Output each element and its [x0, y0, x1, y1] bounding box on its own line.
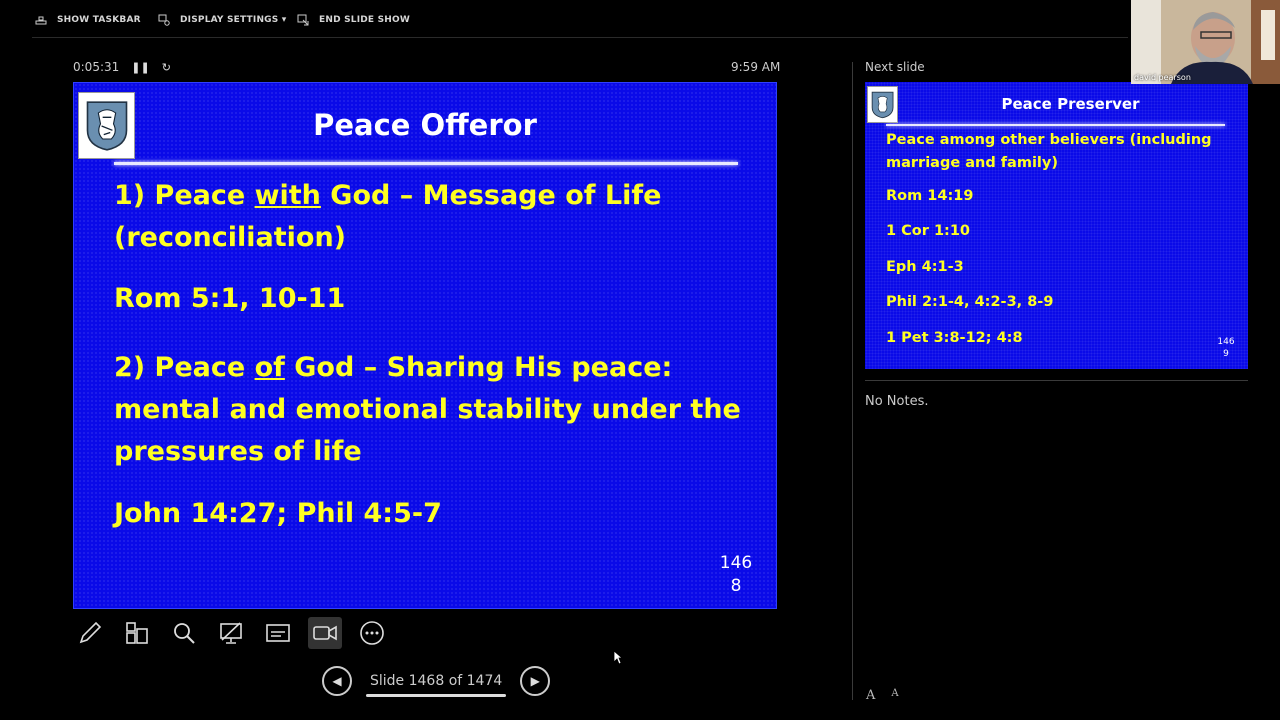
subtitles-button[interactable] — [261, 617, 295, 649]
end-show-icon — [297, 14, 309, 26]
current-slide[interactable]: Peace Offeror 1) Peace with God – Messag… — [73, 82, 777, 609]
reference-2: John 14:27; Phil 4:5-7 — [114, 498, 442, 529]
next-slide-intro: Peace among other believers (including ma… — [886, 132, 1212, 171]
timer: 0:05:31 ❚❚ ↻ — [73, 60, 171, 74]
increase-font-button[interactable]: A — [866, 688, 875, 703]
point-2: 2) Peace of God – Sharing His peace: men… — [114, 352, 741, 467]
zoom-button[interactable] — [167, 617, 201, 649]
slide-title: Peace Offeror — [313, 108, 537, 142]
speaker-notes: No Notes. — [865, 394, 929, 409]
next-slide-label: Next slide — [865, 60, 925, 74]
notes-divider — [865, 380, 1248, 381]
toolbar-divider — [32, 37, 1128, 38]
show-taskbar-label: SHOW TASKBAR — [57, 15, 141, 25]
notes-font-controls: A A — [866, 688, 899, 703]
next-slide-preview[interactable]: Peace Preserver Peace among other believ… — [865, 82, 1248, 369]
screen-slash-icon — [220, 622, 242, 644]
camera-button[interactable] — [308, 617, 342, 649]
end-slide-show-button[interactable]: END SLIDE SHOW — [297, 14, 410, 26]
slide-tools — [73, 617, 389, 649]
see-all-slides-button[interactable] — [120, 617, 154, 649]
slide-counter[interactable]: Slide 1468 of 1474 — [366, 673, 507, 697]
grid-icon — [126, 622, 148, 644]
pane-divider[interactable] — [852, 62, 853, 700]
more-icon — [360, 621, 384, 645]
display-settings-label: DISPLAY SETTINGS ▾ — [180, 15, 287, 25]
next-ref-4: Phil 2:1-4, 4:2-3, 8-9 — [886, 294, 1054, 310]
participant-video-frame — [1131, 0, 1280, 84]
reference-1: Rom 5:1, 10-11 — [114, 283, 346, 314]
previous-slide-button[interactable]: ◀ — [322, 666, 352, 696]
next-slide-button[interactable]: ▶ — [520, 666, 551, 696]
mouse-cursor-icon — [613, 650, 623, 665]
title-underline — [114, 162, 738, 165]
display-settings-icon — [158, 14, 170, 26]
next-ref-2: 1 Cor 1:10 — [886, 223, 971, 239]
magnifier-icon — [174, 623, 195, 644]
elapsed-time: 0:05:31 — [73, 60, 120, 74]
next-ref-3: Eph 4:1-3 — [886, 259, 964, 275]
slide-counter-underline — [366, 694, 507, 697]
next-ref-5: 1 Pet 3:8-12; 4:8 — [886, 330, 1023, 346]
participant-video[interactable]: david pearson — [1131, 0, 1280, 84]
next-ref-1: Rom 14:19 — [886, 188, 974, 204]
pen-tool-button[interactable] — [73, 617, 107, 649]
show-taskbar-button[interactable]: SHOW TASKBAR — [35, 14, 141, 26]
pen-icon — [79, 621, 102, 644]
chevron-left-icon: ◀ — [332, 674, 342, 688]
slide-navigation: ◀ Slide 1468 of 1474 ▶ — [322, 666, 551, 697]
display-settings-button[interactable]: DISPLAY SETTINGS ▾ — [158, 14, 287, 26]
black-screen-button[interactable] — [214, 617, 248, 649]
presenter-toolbar: SHOW TASKBAR DISPLAY SETTINGS ▾ END SLID… — [0, 0, 1280, 40]
video-camera-icon — [313, 625, 337, 641]
chevron-right-icon: ▶ — [530, 674, 540, 688]
next-slide-title: Peace Preserver — [1001, 95, 1140, 113]
pause-icon[interactable]: ❚❚ — [131, 61, 149, 74]
taskbar-icon — [35, 16, 47, 25]
decrease-font-button[interactable]: A — [891, 688, 898, 703]
end-slide-show-label: END SLIDE SHOW — [319, 15, 410, 25]
next-slide-number: 146 9 — [1217, 337, 1235, 359]
slide-number: 146 8 — [719, 553, 753, 596]
more-options-button[interactable] — [355, 617, 389, 649]
point-1: 1) Peace with God – Message of Life (rec… — [114, 180, 662, 253]
participant-name: david pearson — [1134, 73, 1191, 82]
subtitles-icon — [266, 624, 290, 642]
next-title-underline — [886, 124, 1225, 126]
clock: 9:59 AM — [731, 60, 781, 74]
restart-icon[interactable]: ↻ — [162, 61, 171, 74]
